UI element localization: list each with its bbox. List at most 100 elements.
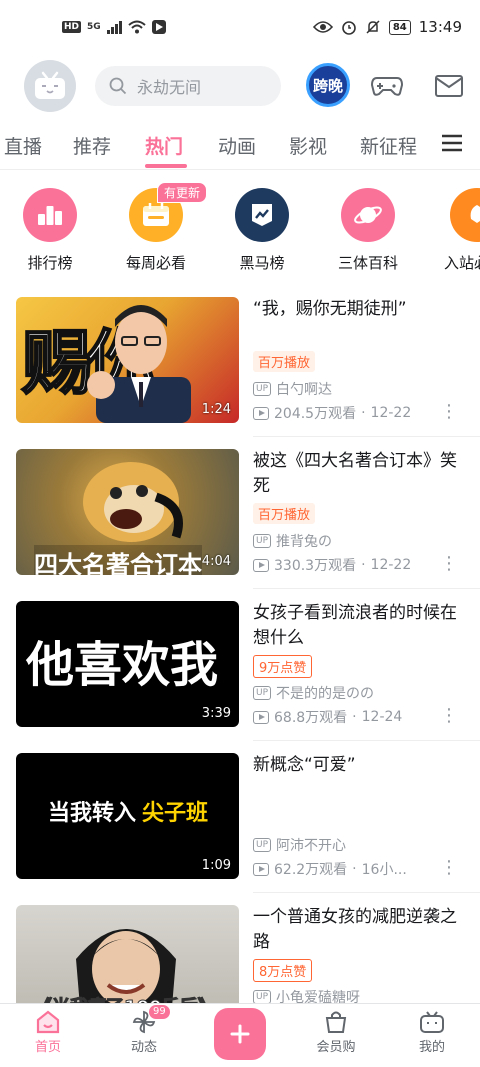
caption-part-white: 当我转入: [48, 801, 137, 826]
ranking-icon: [23, 188, 77, 242]
tab-recommend[interactable]: 推荐: [73, 132, 111, 159]
video-title: “我，赐你无期徒刑”: [253, 299, 407, 319]
quick-label: 每周必看: [125, 254, 186, 272]
video-duration: 1:24: [201, 402, 231, 417]
quick-newcomer[interactable]: 入站必: [424, 188, 480, 273]
clock: 13:49: [418, 18, 462, 36]
video-duration: 3:39: [201, 706, 231, 721]
planet-icon: [341, 188, 395, 242]
more-options-icon[interactable]: ⋮: [440, 707, 458, 725]
tv-mascot-icon: [35, 71, 65, 99]
tab-film-tv[interactable]: 影视: [289, 132, 327, 159]
video-thumbnail[interactable]: 四大名著合订本 4:04: [16, 449, 239, 575]
quick-label: 排行榜: [27, 254, 73, 272]
quick-weekly[interactable]: 有更新 每周必看: [106, 182, 208, 273]
tab-new-journey[interactable]: 新征程: [360, 132, 417, 159]
video-thumbnail[interactable]: 他喜欢我 3:39: [16, 601, 239, 727]
stats-row: 330.3万观看 · 12-22: [253, 555, 411, 575]
wifi-icon: [128, 20, 146, 34]
view-count: 204.5万观看: [274, 406, 357, 422]
up-icon: UP: [253, 990, 272, 1004]
app-notification-icon: [151, 20, 166, 34]
quick-three-body[interactable]: 三体百科: [318, 188, 418, 273]
rocket-icon: [450, 188, 480, 242]
nav-label: 首页: [34, 1040, 61, 1055]
bottom-navigation: 首页 99 动态 会员购 我的: [0, 1003, 480, 1067]
video-card[interactable]: 四大名著合订本 4:04 被这《四大名著合订本》笑死 百万播放 UP 推背兔の 3…: [0, 437, 480, 589]
video-card[interactable]: 当我转入 尖子班 1:09 新概念“可爱” UP 阿沛不开心 62.2万观看 · 16…: [0, 741, 480, 893]
more-options-icon[interactable]: ⋮: [440, 403, 458, 421]
publish-date: 12-22: [370, 557, 412, 573]
nav-home[interactable]: 首页: [8, 1010, 88, 1055]
uploader-row[interactable]: UP 不是的的是のの: [253, 683, 374, 703]
more-options-icon[interactable]: ⋮: [440, 555, 458, 573]
play-count-icon: [253, 558, 269, 572]
video-card[interactable]: 他喜欢我 3:39 女孩子看到流浪者的时候在想什么 9万点赞 UP 不是的的是のの…: [0, 589, 480, 741]
up-icon: UP: [253, 382, 272, 396]
signal-icon: [106, 20, 122, 34]
tab-live[interactable]: 直播: [4, 132, 42, 159]
nav-label: 动态: [130, 1040, 157, 1055]
thumbnail-caption: 四大名著合订本: [34, 545, 202, 575]
hd-indicator: HD: [62, 21, 82, 33]
video-title: 一个普通女孩的减肥逆袭之路: [253, 907, 457, 952]
view-count: 330.3万观看: [274, 558, 357, 574]
video-card[interactable]: 赐你 1:24 “我，赐你无期徒刑” 百万播放 UP 白勺啊达 204.5万观看 ·…: [0, 285, 480, 437]
home-icon: [36, 1010, 60, 1034]
uploader-name: 白勺啊达: [276, 382, 333, 398]
uploader-name: 推背兔の: [276, 534, 333, 550]
status-right: 84 13:49: [312, 18, 462, 36]
mail-icon: [435, 75, 463, 97]
nav-mine[interactable]: 我的: [392, 1010, 472, 1055]
quick-entries: 排行榜 有更新 每周必看 黑马榜 三体百科 入站必: [0, 180, 480, 280]
tabs-menu-icon[interactable]: [442, 134, 462, 152]
stats-row: 62.2万观看 · 16小...: [253, 859, 407, 879]
avatar[interactable]: [24, 60, 76, 112]
publish-date: 12-24: [361, 709, 403, 725]
uploader-row[interactable]: UP 阿沛不开心: [253, 835, 346, 855]
quick-dark-horse[interactable]: 黑马榜: [212, 188, 312, 273]
calendar-icon: 有更新: [129, 182, 208, 242]
nav-dynamic[interactable]: 99 动态: [104, 1004, 184, 1055]
nav-label: 会员购: [316, 1040, 356, 1055]
play-count-tag: 百万播放: [253, 351, 316, 372]
stats-row: 204.5万观看 · 12-22: [253, 403, 411, 423]
video-duration: 1:09: [201, 858, 231, 873]
thumbnail-caption: 他喜欢我: [26, 637, 219, 693]
tab-popular[interactable]: 热门: [145, 132, 183, 159]
quick-label: 入站必: [444, 254, 480, 272]
video-duration: 4:04: [201, 554, 231, 569]
uploader-name: 不是的的是のの: [276, 686, 375, 702]
person-figure: [87, 305, 191, 423]
stats-row: 68.8万观看 · 12-24: [253, 707, 402, 727]
tab-anime[interactable]: 动画: [218, 132, 256, 159]
likes-tag: 9万点赞: [253, 655, 313, 678]
message-button[interactable]: [433, 70, 465, 102]
up-icon: UP: [253, 534, 272, 548]
up-icon: UP: [253, 686, 272, 700]
uploader-row[interactable]: UP 白勺啊达: [253, 379, 332, 399]
uploader-row[interactable]: UP 推背兔の: [253, 531, 332, 551]
game-center-button[interactable]: [371, 70, 403, 102]
play-count-icon: [253, 406, 269, 420]
more-options-icon[interactable]: ⋮: [440, 859, 458, 877]
video-title: 新概念“可爱”: [253, 755, 356, 775]
search-placeholder: 永劫无间: [137, 78, 202, 97]
video-thumbnail[interactable]: 赐你 1:24: [16, 297, 239, 423]
alarm-icon: [342, 21, 356, 35]
channel-tabs: 直播 推荐 热门 动画 影视 新征程: [0, 118, 480, 170]
gala-promo-badge[interactable]: 跨晚: [306, 63, 350, 107]
video-thumbnail[interactable]: 当我转入 尖子班 1:09: [16, 753, 239, 879]
search-icon: [109, 77, 127, 95]
thumbnail-caption: 当我转入 尖子班: [48, 795, 208, 827]
monkey-figure: [83, 462, 183, 542]
nav-vip-shop[interactable]: 会员购: [296, 1010, 376, 1055]
play-count-tag: 百万播放: [253, 503, 316, 524]
trend-icon: [235, 188, 289, 242]
upload-button[interactable]: [214, 1008, 266, 1060]
plus-icon: [230, 1024, 250, 1044]
play-count-icon: [253, 862, 269, 876]
update-badge: 有更新: [157, 182, 208, 203]
quick-ranking[interactable]: 排行榜: [0, 188, 100, 273]
search-input[interactable]: 永劫无间: [95, 66, 281, 106]
